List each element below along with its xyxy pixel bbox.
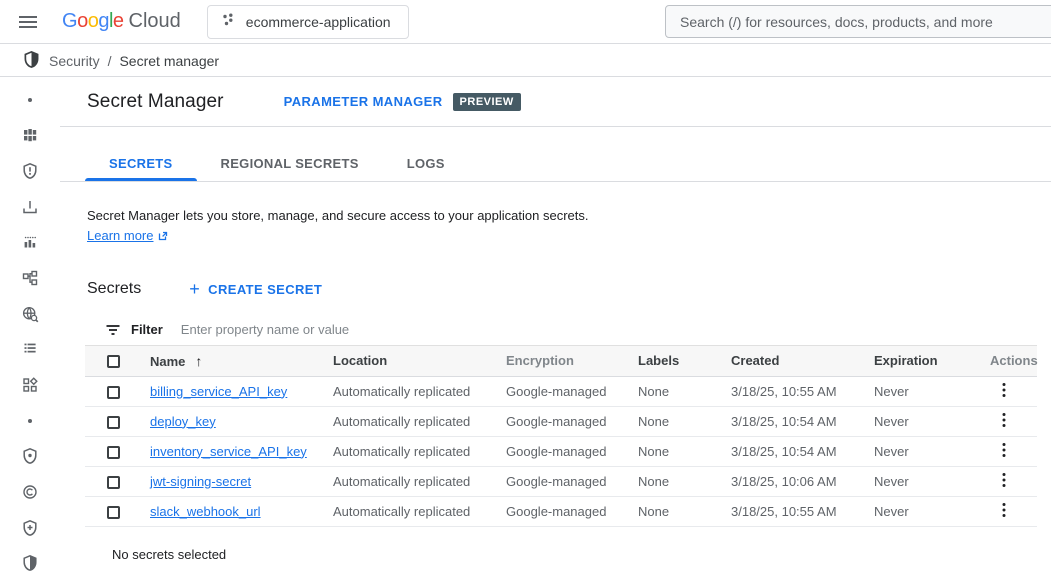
table-header-row: Name ↑ Location Encryption Labels Created…: [85, 346, 1037, 376]
table-row: slack_webhook_url Automatically replicat…: [85, 496, 1037, 526]
secrets-table: Name ↑ Location Encryption Labels Created…: [85, 346, 1037, 527]
row-checkbox[interactable]: [107, 416, 120, 429]
table-row: jwt-signing-secret Automatically replica…: [85, 466, 1037, 496]
page-description: Secret Manager lets you store, manage, a…: [87, 207, 1051, 225]
row-actions-menu-icon[interactable]: [996, 470, 1012, 493]
secrets-section-header: Secrets + CREATE SECRET: [87, 280, 1051, 298]
security-shield-icon: [22, 50, 41, 72]
nav-dot-icon[interactable]: [0, 82, 60, 118]
table-row: inventory_service_API_key Automatically …: [85, 436, 1037, 466]
tab-logs[interactable]: LOGS: [383, 145, 469, 181]
row-actions-menu-icon[interactable]: [996, 440, 1012, 463]
nav-dot2-icon[interactable]: [0, 403, 60, 439]
page-title: Secret Manager: [87, 91, 224, 113]
nav-globe-search-icon[interactable]: [0, 296, 60, 332]
tab-secrets[interactable]: SECRETS: [85, 145, 197, 181]
select-all-checkbox[interactable]: [107, 355, 120, 368]
project-icon: [220, 12, 236, 31]
plus-icon: +: [189, 280, 200, 298]
search-bar[interactable]: [665, 5, 1051, 38]
external-link-icon: [157, 230, 169, 242]
secrets-table-container: Filter Name ↑ Location Encryption Labels …: [85, 314, 1037, 562]
nav-bar-chart-icon[interactable]: [0, 225, 60, 261]
project-name: ecommerce-application: [246, 14, 391, 30]
nav-list-icon[interactable]: [0, 331, 60, 367]
nav-blocks-icon[interactable]: [0, 118, 60, 154]
row-actions-menu-icon[interactable]: [996, 500, 1012, 523]
secret-name-link[interactable]: deploy_key: [150, 414, 216, 429]
column-location: Location: [333, 353, 387, 368]
row-checkbox[interactable]: [107, 476, 120, 489]
tab-regional-secrets[interactable]: REGIONAL SECRETS: [197, 145, 383, 181]
filter-label: Filter: [131, 322, 163, 337]
nav-shield-half-icon[interactable]: [0, 545, 60, 581]
secret-name-link[interactable]: jwt-signing-secret: [150, 474, 251, 489]
column-name[interactable]: Name: [150, 354, 185, 369]
project-selector[interactable]: ecommerce-application: [207, 5, 409, 39]
table-row: deploy_key Automatically replicated Goog…: [85, 406, 1037, 436]
parameter-manager-link[interactable]: PARAMETER MANAGER: [284, 94, 443, 109]
nav-apps-grid-icon[interactable]: [0, 367, 60, 403]
secret-name-link[interactable]: billing_service_API_key: [150, 384, 287, 399]
create-secret-button[interactable]: + CREATE SECRET: [189, 280, 322, 298]
main-content: Secret Manager PARAMETER MANAGER PREVIEW…: [60, 77, 1051, 581]
tab-bar: SECRETS REGIONAL SECRETS LOGS: [60, 145, 1051, 182]
breadcrumb-separator: /: [108, 53, 112, 69]
learn-more-link[interactable]: Learn more: [87, 228, 169, 243]
column-created: Created: [731, 353, 779, 368]
row-actions-menu-icon[interactable]: [996, 410, 1012, 433]
nav-shield-dot-icon[interactable]: [0, 438, 60, 474]
cloud-wordmark: Cloud: [129, 10, 181, 33]
row-checkbox[interactable]: [107, 446, 120, 459]
column-encryption: Encryption: [506, 353, 574, 368]
nav-network-icon[interactable]: [0, 260, 60, 296]
menu-icon[interactable]: [8, 2, 48, 42]
column-expiration: Expiration: [874, 353, 938, 368]
top-app-bar: Google Cloud ecommerce-application: [0, 0, 1051, 44]
google-cloud-logo[interactable]: Google Cloud: [62, 10, 181, 33]
secret-name-link[interactable]: inventory_service_API_key: [150, 444, 307, 459]
selection-status-text: No secrets selected: [112, 547, 1037, 562]
filter-icon: [105, 323, 121, 337]
secret-name-link[interactable]: slack_webhook_url: [150, 504, 261, 519]
column-labels: Labels: [638, 353, 679, 368]
row-checkbox[interactable]: [107, 386, 120, 399]
page-header: Secret Manager PARAMETER MANAGER PREVIEW: [60, 77, 1051, 127]
breadcrumb-security-link[interactable]: Security: [49, 53, 100, 69]
filter-input[interactable]: [173, 322, 1037, 337]
row-actions-menu-icon[interactable]: [996, 380, 1012, 403]
nav-shield-plus-icon[interactable]: [0, 510, 60, 546]
column-actions: Actions: [990, 353, 1038, 368]
row-checkbox[interactable]: [107, 506, 120, 519]
breadcrumb: Security / Secret manager: [0, 45, 1051, 77]
nav-shield-alert-icon[interactable]: [0, 153, 60, 189]
preview-badge: PREVIEW: [453, 93, 521, 111]
sort-ascending-icon[interactable]: ↑: [195, 353, 202, 369]
filter-bar[interactable]: Filter: [85, 314, 1037, 346]
table-row: billing_service_API_key Automatically re…: [85, 376, 1037, 406]
search-input[interactable]: [666, 14, 1051, 30]
nav-circle-c-icon[interactable]: [0, 474, 60, 510]
breadcrumb-current-page: Secret manager: [119, 53, 219, 69]
secrets-heading: Secrets: [87, 280, 141, 298]
nav-tray-icon[interactable]: [0, 189, 60, 225]
left-nav-rail: [0, 77, 60, 581]
